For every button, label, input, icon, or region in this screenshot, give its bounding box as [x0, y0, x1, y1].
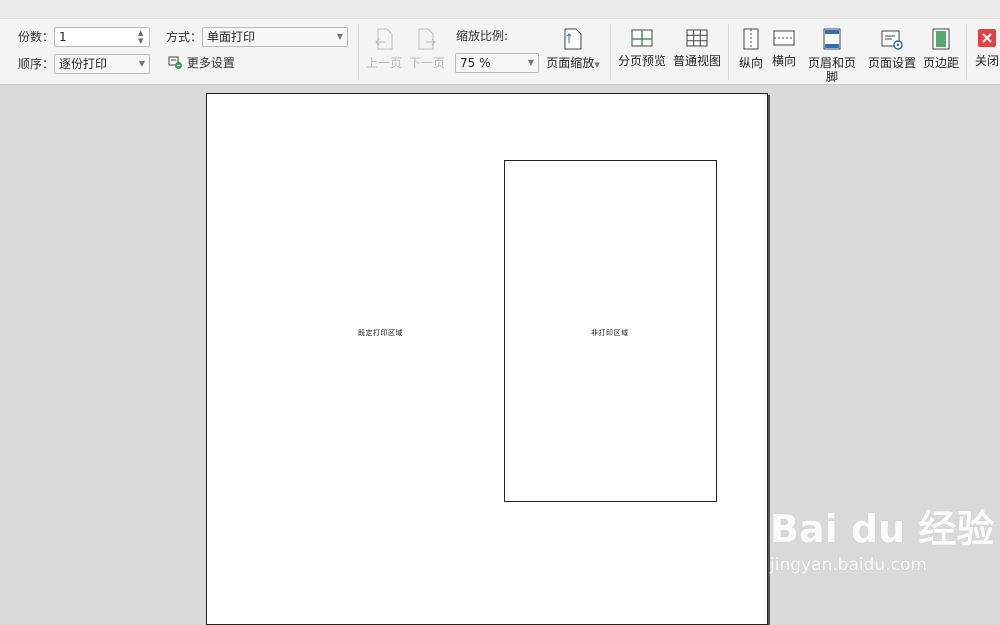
header-footer-button[interactable]: 页眉和页脚 — [804, 28, 860, 84]
normal-view-label: 普通视图 — [673, 54, 722, 68]
page-zoom-label: 页面缩放 — [546, 56, 595, 70]
separator — [610, 24, 611, 80]
grid-icon — [686, 29, 708, 47]
zoom-label: 缩放比例: — [456, 29, 509, 43]
prev-page-button[interactable]: 上一页 — [366, 28, 402, 70]
prev-page-icon — [375, 28, 393, 50]
margins-label: 页边距 — [922, 56, 959, 70]
non-print-area-box: 非打印区域 — [504, 160, 717, 502]
landscape-label: 横向 — [771, 54, 796, 68]
prev-page-label: 上一页 — [366, 56, 403, 70]
normal-view-button[interactable]: 普通视图 — [673, 28, 721, 68]
baidu-watermark: Bai du 经验 jingyan.baidu.com — [770, 498, 994, 575]
page-zoom-button[interactable]: 页面缩放▼ — [545, 28, 601, 72]
more-settings-label: 更多设置 — [186, 56, 235, 70]
mode-select[interactable]: 单面打印 ▼ — [202, 27, 348, 47]
preview-page: 既定打印区域 非打印区域 — [206, 93, 768, 625]
close-icon — [978, 29, 996, 47]
page-break-preview-label: 分页预览 — [618, 54, 667, 68]
copies-value: 1 — [59, 30, 67, 44]
chevron-down-icon: ▼ — [594, 61, 600, 69]
portrait-label: 纵向 — [738, 56, 763, 70]
order-value: 逐份打印 — [59, 57, 108, 71]
close-label: 关闭 — [974, 54, 999, 68]
more-settings-button[interactable]: 更多设置 — [168, 55, 235, 71]
separator — [358, 24, 359, 80]
portrait-button[interactable]: 纵向 — [733, 20, 769, 74]
header-footer-icon — [823, 28, 841, 50]
header-footer-label: 页眉和页脚 — [807, 56, 856, 84]
copies-input[interactable]: 1 ▲ ▼ — [54, 27, 150, 47]
chevron-down-icon: ▼ — [336, 32, 343, 41]
title-strip — [0, 0, 1000, 19]
next-page-button[interactable]: 下一页 — [409, 28, 445, 70]
zoom-value: 75 % — [460, 56, 491, 70]
order-label: 顺序： — [18, 57, 55, 71]
page-break-preview-button[interactable]: 分页预览 — [618, 28, 666, 68]
watermark-brand: Bai du 经验 — [770, 507, 995, 551]
page-break-preview-icon — [631, 29, 653, 47]
next-page-icon — [418, 28, 436, 50]
copies-spinner[interactable]: ▲ ▼ — [138, 29, 146, 45]
portrait-page-icon — [743, 28, 759, 50]
page-setup-icon — [881, 30, 903, 50]
mode-value: 单面打印 — [207, 30, 256, 44]
settings-icon — [168, 56, 182, 69]
chevron-down-icon: ▼ — [527, 58, 534, 67]
non-print-area-label: 非打印区域 — [591, 329, 629, 337]
mode-label: 方式： — [166, 30, 203, 44]
close-button[interactable]: 关闭 — [974, 28, 1000, 68]
order-select[interactable]: 逐份打印 ▼ — [54, 54, 150, 74]
page-setup-button[interactable]: 页面设置 — [868, 28, 916, 70]
page-zoom-icon — [564, 28, 582, 50]
landscape-page-icon — [773, 30, 795, 46]
separator — [966, 24, 967, 80]
page-setup-label: 页面设置 — [868, 56, 917, 70]
watermark-url: jingyan.baidu.com — [770, 555, 927, 575]
separator — [728, 24, 729, 80]
landscape-button[interactable]: 横向 — [770, 28, 798, 68]
print-preview-toolbar: 份数： 1 ▲▼ 顺序： 逐份打印 ▼ 方式： 单面打印 ▼ 更多设置 上一页 — [0, 0, 1000, 85]
margins-icon — [932, 28, 950, 50]
margins-button[interactable]: 页边距 — [922, 28, 960, 70]
copies-label: 份数： — [18, 30, 55, 44]
next-page-label: 下一页 — [409, 56, 446, 70]
print-area-label: 既定打印区域 — [358, 329, 403, 337]
zoom-select[interactable]: 75 % ▼ — [455, 53, 539, 73]
chevron-down-icon: ▼ — [138, 59, 145, 68]
